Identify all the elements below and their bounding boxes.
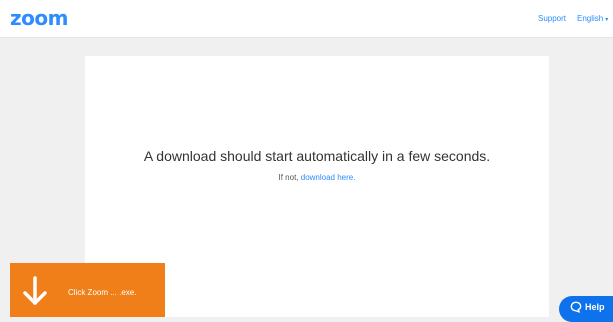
download-toast[interactable]: Click Zoom ... .exe.	[10, 263, 165, 317]
chat-bubble-icon	[570, 301, 582, 313]
fallback-text: If not, download here.	[85, 173, 549, 182]
language-selector[interactable]: English ▾	[577, 14, 608, 23]
toast-label: Click Zoom ... .exe.	[68, 288, 137, 297]
chevron-down-icon: ▾	[605, 17, 609, 23]
help-label: Help	[585, 302, 605, 312]
zoom-logo[interactable]: zoom	[10, 7, 68, 29]
language-label: English	[577, 14, 604, 23]
support-link[interactable]: Support	[538, 14, 566, 23]
help-button[interactable]: Help	[559, 296, 613, 322]
down-arrow-icon	[23, 276, 47, 305]
download-here-link[interactable]: download here.	[301, 173, 356, 182]
fallback-prefix: If not,	[278, 173, 301, 182]
top-header: zoom Support English ▾	[0, 0, 613, 38]
download-message: A download should start automatically in…	[143, 148, 491, 164]
